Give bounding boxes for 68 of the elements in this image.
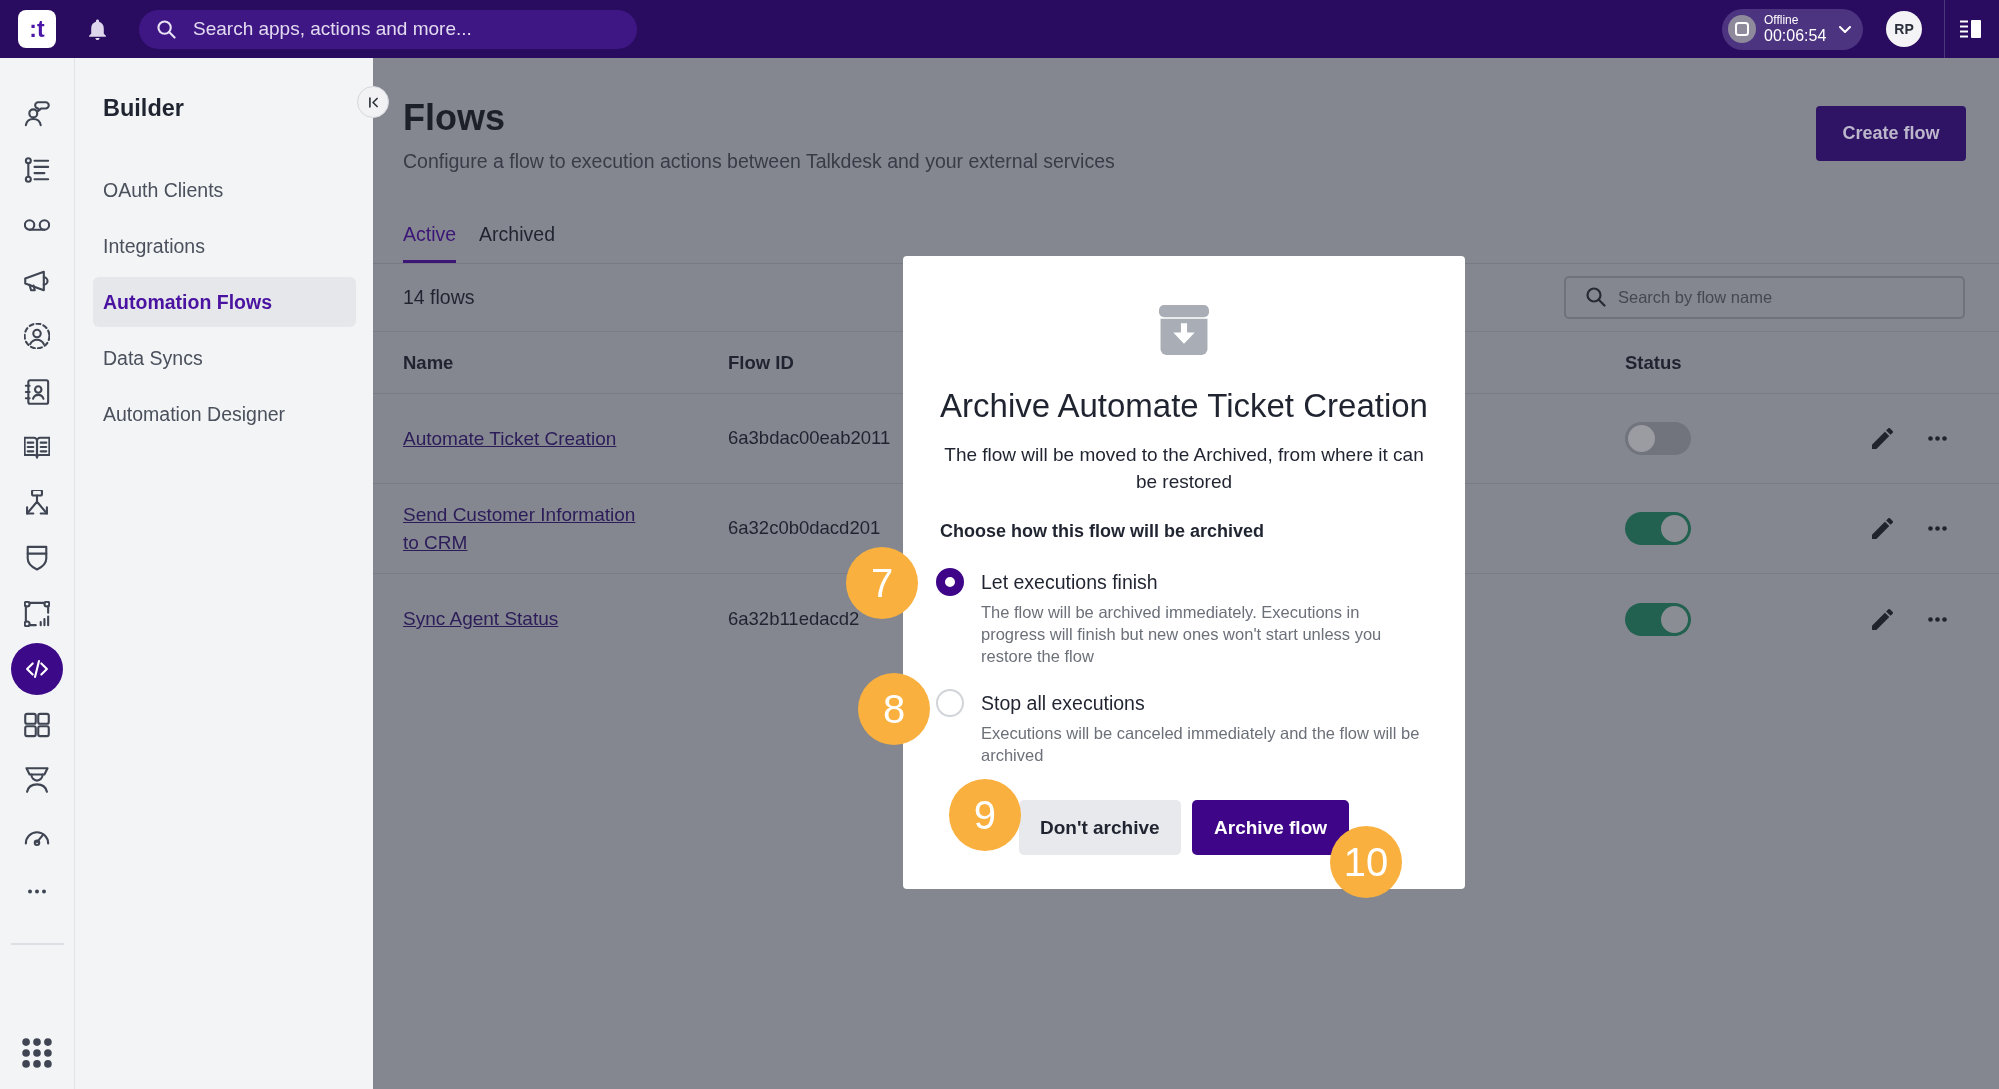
flow-link[interactable]: Automate Ticket Creation	[403, 424, 617, 453]
pencil-icon[interactable]	[1872, 608, 1893, 630]
more-icon[interactable]	[1928, 436, 1947, 441]
column-header: Name	[403, 351, 455, 374]
option-label: Stop all executions	[981, 691, 1145, 716]
contact-book-icon	[24, 378, 50, 405]
more-icon[interactable]	[1928, 616, 1947, 622]
step-callout: 9	[948, 779, 1021, 851]
avatar[interactable]: RP	[1886, 11, 1922, 47]
collapse-icon	[368, 96, 378, 108]
sidebar-item[interactable]: Data Syncs	[93, 333, 356, 383]
more-icon[interactable]	[1928, 526, 1947, 531]
search-field[interactable]: Search by flow name	[1564, 276, 1965, 319]
option-description: Executions will be canceled immediately and the flow will be archived	[981, 723, 1421, 766]
pencil-icon[interactable]	[1872, 428, 1893, 449]
logo[interactable]: :t	[18, 10, 56, 48]
chevron-down-icon	[1839, 25, 1851, 33]
status-toggle[interactable]	[1625, 422, 1691, 455]
option-label: Let executions finish	[981, 570, 1158, 595]
chart-frame-icon	[24, 600, 50, 627]
sidebar-title: Builder	[103, 94, 185, 123]
shield-icon	[24, 545, 50, 571]
tab[interactable]: Active	[403, 222, 457, 263]
sidebar-item[interactable]: Automation Flows	[93, 277, 356, 327]
dialog-prompt: Choose how this flow will be archived	[939, 520, 1266, 543]
sidebar-item[interactable]: OAuth Clients	[93, 165, 356, 215]
flow-id: 6a32b11edacd2	[728, 607, 860, 629]
archive-box-icon	[1159, 305, 1209, 355]
flow-count: 14 flows	[403, 286, 475, 309]
sidebar-item[interactable]: Integrations	[93, 221, 356, 271]
page-subtitle: Configure a flow to execution actions between Talkdesk and your external services	[403, 149, 1115, 174]
step-callout: 10	[1330, 826, 1403, 898]
option-description: The flow will be archived immediately. Executions in progress will finish but new ones won't start unless you restore the flow	[981, 602, 1383, 667]
branch-arrows-icon	[24, 489, 50, 516]
status-selector[interactable]: Offline 00:06:54	[1722, 8, 1863, 50]
grid-icon	[24, 711, 50, 738]
collapse-button[interactable]	[357, 86, 389, 118]
page-title: Flows	[403, 96, 506, 140]
search-icon	[1586, 287, 1606, 307]
dialog-message: The flow will be moved to the Archived, from where it can be restored	[943, 442, 1425, 494]
bell-icon[interactable]	[89, 18, 106, 40]
stop-icon	[1728, 15, 1756, 43]
cancel-button[interactable]: Don't archive	[1018, 800, 1181, 855]
panel-icon[interactable]	[1960, 20, 1981, 38]
tab[interactable]: Archived	[479, 222, 555, 263]
pencil-icon[interactable]	[1872, 518, 1893, 539]
status-toggle[interactable]	[1625, 512, 1691, 545]
create-flow-button[interactable]: Create flow	[1816, 106, 1966, 161]
flow-link[interactable]: Send Customer Information to CRM	[403, 500, 645, 557]
column-header: Status	[1625, 351, 1683, 374]
apps-grid-icon[interactable]	[22, 1038, 52, 1068]
list-icon	[24, 156, 50, 183]
step-callout: 8	[858, 673, 930, 745]
status-toggle[interactable]	[1625, 602, 1691, 636]
person-speech-icon	[24, 101, 50, 127]
dialog-title: Archive Automate Ticket Creation	[940, 386, 1428, 426]
sidebar-item[interactable]: Automation Designer	[93, 389, 356, 439]
book-icon	[24, 434, 50, 460]
column-header: Flow ID	[728, 351, 795, 374]
more-icon	[27, 888, 47, 894]
flow-id: 6a32c0b0dacd201	[728, 517, 881, 539]
search-field[interactable]: Search apps, actions and more...	[139, 9, 637, 49]
person-hat-icon	[24, 767, 50, 793]
flow-link[interactable]: Sync Agent Status	[403, 605, 559, 633]
radio-button[interactable]	[936, 568, 964, 596]
rail-button[interactable]	[11, 643, 63, 695]
search-icon	[157, 19, 176, 39]
flow-id: 6a3bdac00eab2011	[728, 427, 891, 449]
